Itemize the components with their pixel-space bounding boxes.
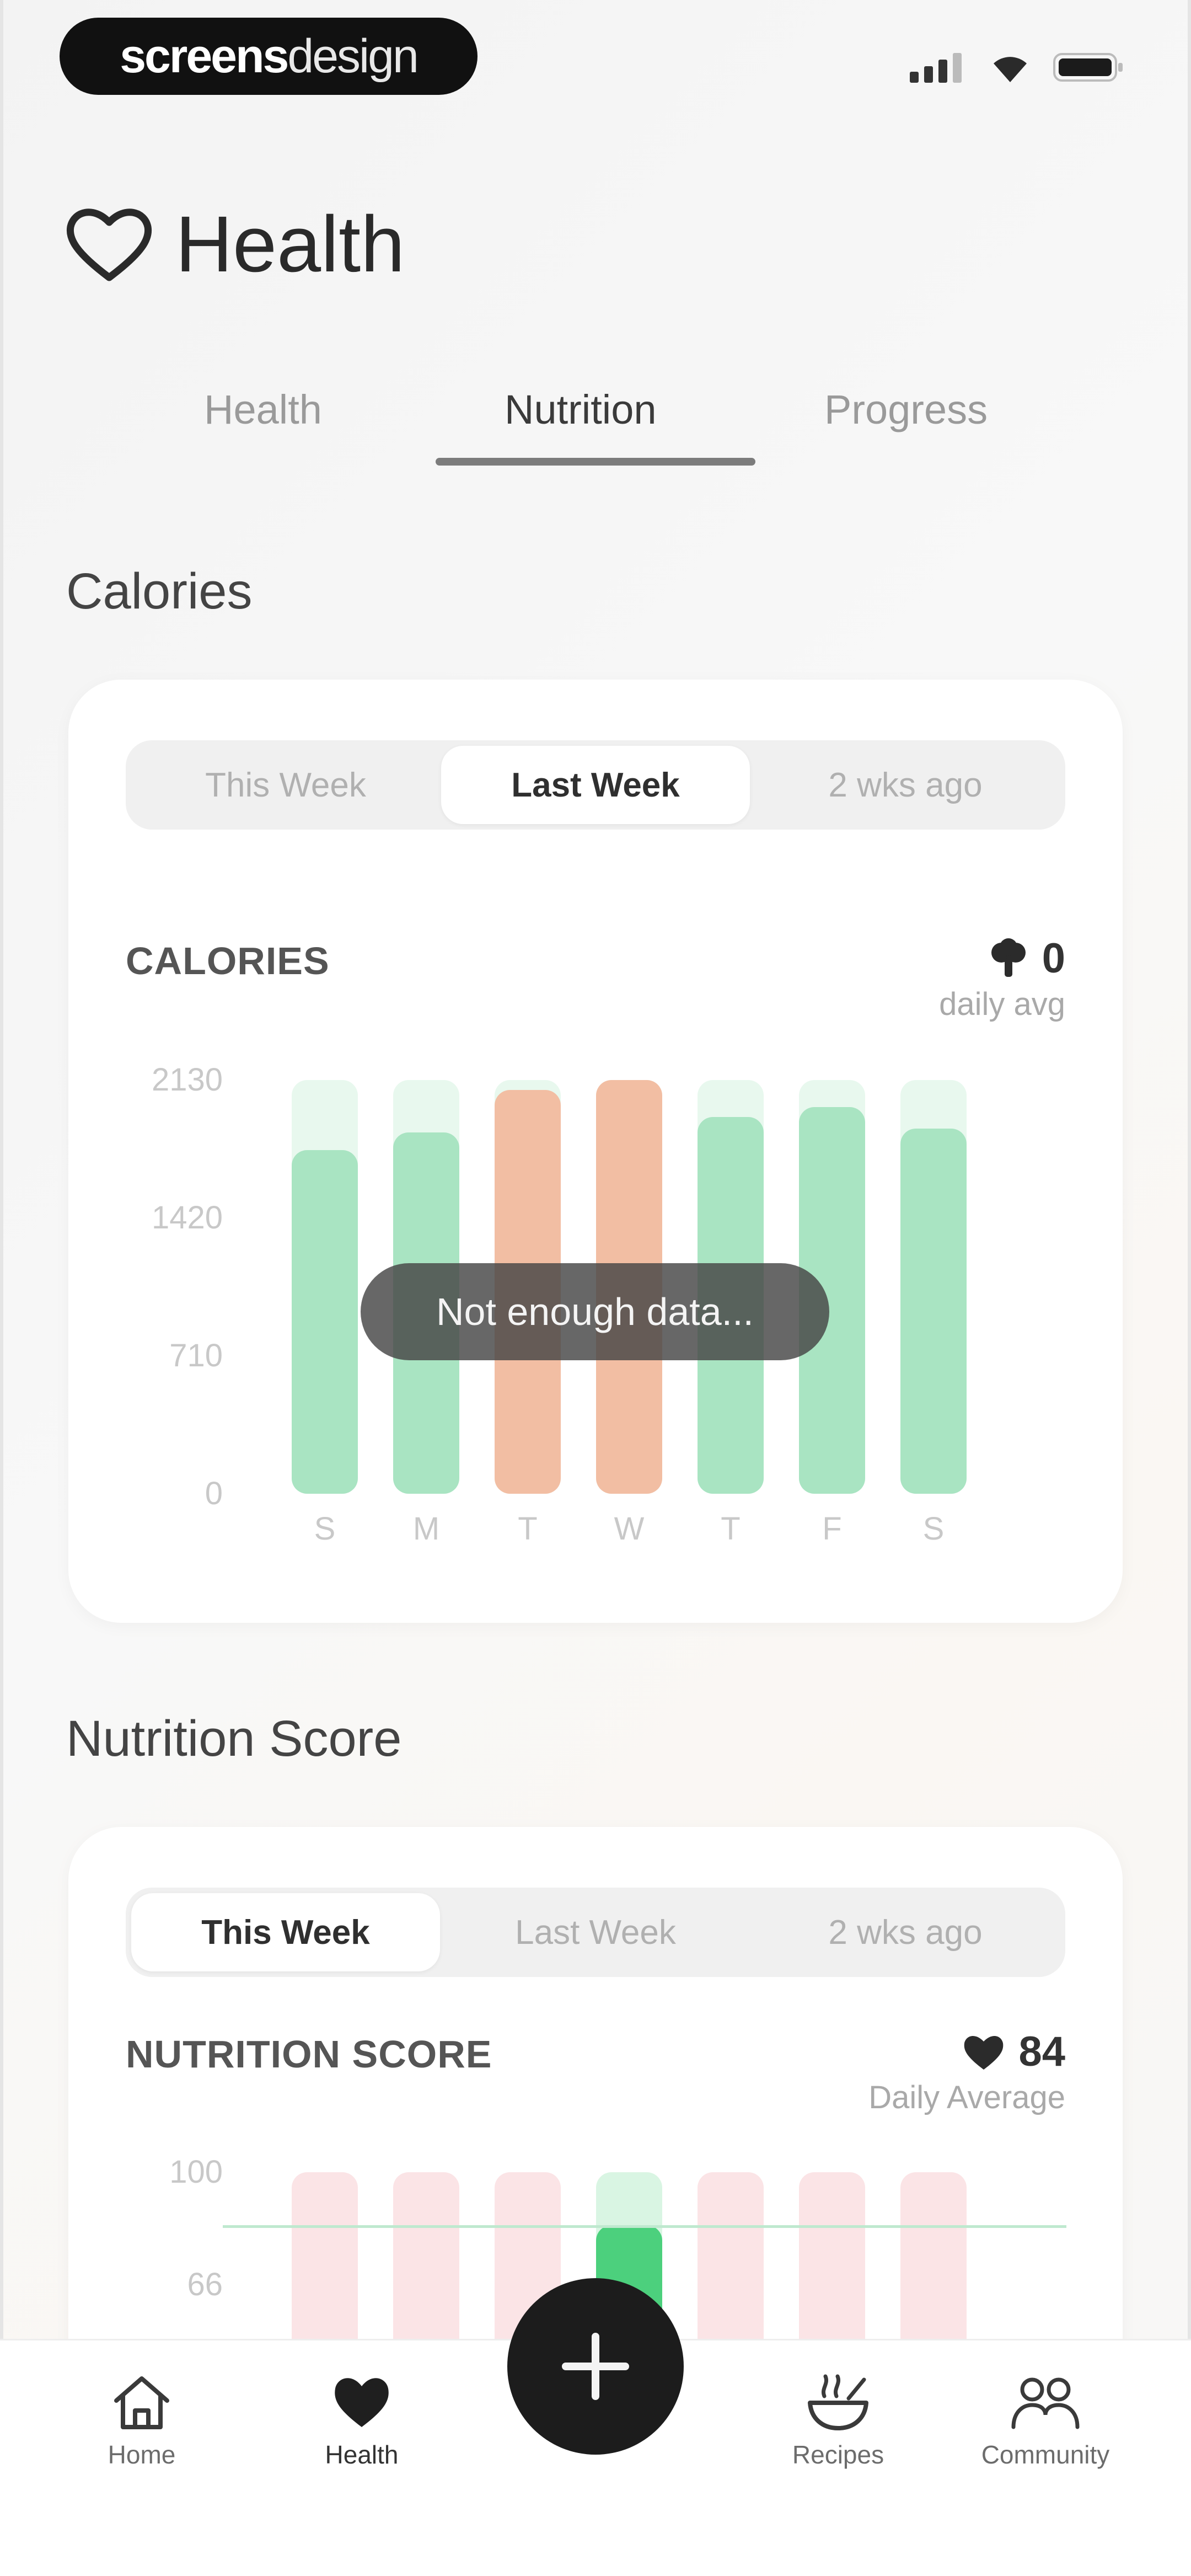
y-tick-label: 100 — [169, 2154, 223, 2190]
y-tick-label: 710 — [169, 1338, 223, 1373]
active-tab-indicator — [436, 458, 755, 466]
x-tick-label: F — [822, 1511, 842, 1547]
calories-chart: 0 710 1420 2130 S M T W T F S — [68, 680, 1123, 1623]
heart-filled-icon — [335, 2378, 389, 2427]
nav-home-label: Home — [108, 2440, 176, 2469]
wifi-icon — [994, 57, 1027, 82]
tab-health[interactable]: Health — [204, 386, 322, 433]
nav-recipes[interactable]: Recipes — [755, 2372, 921, 2470]
nav-recipes-label: Recipes — [792, 2440, 884, 2469]
heart-outline-icon — [66, 209, 152, 281]
tab-progress[interactable]: Progress — [824, 386, 988, 433]
average-reference-line — [223, 2225, 1066, 2228]
page-header: Health — [65, 199, 405, 290]
nav-health[interactable]: Health — [279, 2372, 444, 2470]
bowl-icon — [808, 2374, 868, 2430]
nutrition-score-section-title: Nutrition Score — [66, 1711, 402, 1767]
calorie-bar — [292, 1150, 358, 1494]
x-tick-label: T — [721, 1511, 741, 1547]
battery-icon — [1053, 53, 1123, 82]
cellular-signal-icon — [910, 53, 962, 83]
x-tick-label: T — [518, 1511, 538, 1547]
home-icon — [114, 2376, 169, 2429]
page-title: Health — [175, 200, 405, 288]
calorie-bar — [900, 1129, 967, 1494]
device-edge-left — [0, 0, 3, 2576]
status-icons — [910, 51, 1125, 84]
brand-bold-text: screens — [120, 29, 289, 83]
calories-card: This Week Last Week 2 wks ago CALORIES 0… — [68, 680, 1123, 1623]
x-tick-label: M — [412, 1511, 440, 1547]
plus-icon — [562, 2333, 629, 2400]
x-tick-label: S — [314, 1511, 336, 1547]
add-button[interactable] — [507, 2278, 684, 2455]
y-tick-label: 1420 — [151, 1200, 223, 1236]
y-tick-label: 66 — [187, 2267, 223, 2302]
people-icon — [1011, 2377, 1080, 2429]
nav-community-label: Community — [981, 2440, 1110, 2469]
x-tick-label: W — [614, 1511, 645, 1547]
not-enough-data-overlay: Not enough data... — [361, 1263, 829, 1360]
brand-logo: screens design — [60, 18, 478, 95]
nav-health-label: Health — [325, 2440, 399, 2469]
device-edge-right — [1188, 0, 1191, 2576]
nav-community[interactable]: Community — [963, 2372, 1128, 2470]
calories-section-title: Calories — [66, 563, 253, 619]
y-tick-label: 0 — [205, 1476, 223, 1511]
nav-home[interactable]: Home — [59, 2372, 224, 2470]
app-screen: screens design Health Health Nutrition Pr… — [0, 0, 1191, 2576]
x-tick-label: S — [922, 1511, 945, 1547]
y-tick-label: 2130 — [151, 1062, 223, 1098]
brand-light-text: design — [287, 29, 419, 83]
tab-nutrition[interactable]: Nutrition — [505, 386, 657, 433]
